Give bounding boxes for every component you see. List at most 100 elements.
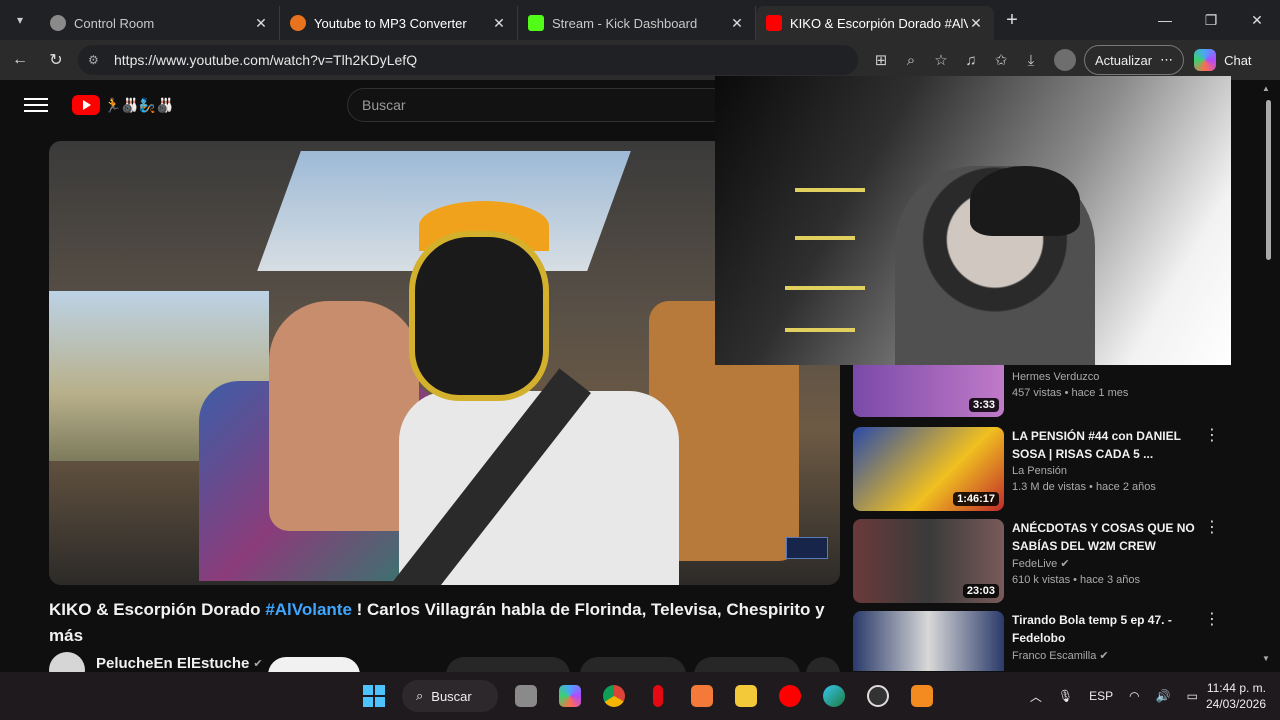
- tab-youtube-to-mp3[interactable]: Youtube to MP3 Converter ✕: [280, 6, 518, 40]
- address-field[interactable]: ⚙ https://www.youtube.com/watch?v=Tlh2KD…: [78, 45, 858, 75]
- close-icon[interactable]: ✕: [968, 15, 984, 32]
- site-info-icon[interactable]: ⚙: [88, 53, 104, 67]
- favorite-star-icon[interactable]: ☆: [926, 51, 956, 69]
- video-title[interactable]: LA PENSIÓN #44 con DANIEL SOSA | RISAS C…: [1012, 427, 1202, 463]
- system-tray: ︿ 🎙 ESP ◠ 🔊 ▭ 11:44 p. m. 24/03/2026: [1022, 672, 1280, 720]
- video-info: ANÉCDOTAS Y COSAS QUE NO SABÍAS DEL W2M …: [1012, 519, 1202, 603]
- url-text: https://www.youtube.com/watch?v=Tlh2KDyL…: [114, 52, 418, 68]
- battery-icon[interactable]: ▭: [1187, 689, 1198, 703]
- chevron-up-icon[interactable]: ︿: [1030, 688, 1042, 705]
- menu-icon[interactable]: [24, 98, 48, 112]
- more-vert-icon[interactable]: ⋮: [1204, 428, 1220, 444]
- copilot-taskbar-icon[interactable]: [548, 676, 592, 716]
- browser-tab-bar: ▾ Control Room ✕ Youtube to MP3 Converte…: [0, 0, 1280, 40]
- channel-watermark[interactable]: [786, 537, 828, 559]
- video-channel[interactable]: Hermes Verduzco: [1012, 371, 1202, 383]
- back-button[interactable]: ←: [2, 42, 38, 78]
- recommendation-item[interactable]: 23:03 ANÉCDOTAS Y COSAS QUE NO SABÍAS DE…: [853, 519, 1253, 603]
- tab-kiko-video[interactable]: KIKO & Escorpión Dorado #AlVola ✕: [756, 6, 994, 40]
- netflix-icon[interactable]: [636, 676, 680, 716]
- app-icon-orange[interactable]: [680, 676, 724, 716]
- extension-icon[interactable]: ♫: [956, 52, 986, 69]
- video-title[interactable]: ANÉCDOTAS Y COSAS QUE NO SABÍAS DEL W2M …: [1012, 519, 1202, 555]
- restore-button[interactable]: ❐: [1188, 0, 1234, 40]
- tab-kick-dashboard[interactable]: Stream - Kick Dashboard ✕: [518, 6, 756, 40]
- download-icon[interactable]: ⤓: [1016, 52, 1046, 69]
- obs-icon[interactable]: [856, 676, 900, 716]
- scroll-up-arrow[interactable]: ▲: [1262, 84, 1270, 93]
- recommendation-item[interactable]: 1:46:17 LA PENSIÓN #44 con DANIEL SOSA |…: [853, 427, 1253, 511]
- shelf-image: [795, 236, 855, 240]
- language-indicator[interactable]: ESP: [1089, 689, 1113, 703]
- video-thumbnail[interactable]: 3:33: [853, 365, 1004, 417]
- reload-button[interactable]: ↻: [38, 42, 74, 78]
- video-meta: 610 k vistas • hace 3 años: [1012, 574, 1140, 586]
- page-scrollbar-thumb[interactable]: [1266, 100, 1271, 260]
- fl-studio-icon[interactable]: [900, 676, 944, 716]
- verified-icon: ✔: [1060, 558, 1070, 570]
- video-channel[interactable]: Franco Escamilla ✔: [1012, 649, 1202, 662]
- search-placeholder: Buscar: [362, 97, 406, 113]
- video-hashtag-link[interactable]: #AlVolante: [265, 600, 352, 619]
- video-channel[interactable]: La Pensión: [1012, 465, 1202, 477]
- more-vert-icon[interactable]: ⋮: [1204, 612, 1220, 628]
- file-explorer-icon[interactable]: [724, 676, 768, 716]
- minimize-button[interactable]: —: [1142, 0, 1188, 40]
- recommendation-item[interactable]: Tirando Bola temp 5 ep 47. - Fedelobo Fr…: [853, 611, 1253, 671]
- search-input[interactable]: Buscar: [347, 88, 727, 122]
- youtube-logo-icon[interactable]: [72, 95, 100, 115]
- tab-actions-menu-button[interactable]: ▾: [0, 0, 40, 40]
- youtube-music-icon[interactable]: [768, 676, 812, 716]
- taskbar-search[interactable]: ⌕ Buscar: [402, 680, 498, 712]
- tab-title: Control Room: [74, 15, 155, 31]
- doodle-icon[interactable]: 🏃🎳🧞🎳: [104, 97, 174, 114]
- video-title-main: KIKO & Escorpión Dorado: [49, 600, 261, 619]
- start-button[interactable]: [352, 676, 396, 716]
- close-icon[interactable]: ✕: [491, 15, 507, 32]
- clock[interactable]: 11:44 p. m. 24/03/2026: [1206, 680, 1266, 712]
- verified-icon: ✔: [1099, 650, 1109, 662]
- video-thumbnail[interactable]: [853, 611, 1004, 671]
- new-tab-button[interactable]: +: [994, 9, 1030, 32]
- tab-title: KIKO & Escorpión Dorado #AlVola: [790, 15, 968, 31]
- video-meta: 457 vistas • hace 1 mes: [1012, 387, 1129, 399]
- video-thumbnail[interactable]: 1:46:17: [853, 427, 1004, 511]
- channel-name[interactable]: PelucheEn ElEstuche: [96, 655, 249, 672]
- video-info: Hermes Verduzco 457 vistas • hace 1 mes: [1012, 365, 1202, 417]
- windows-taskbar: ⌕ Buscar ︿ 🎙 ESP ◠ 🔊 ▭ 11:44 p. m. 24/03…: [0, 672, 1280, 720]
- video-title: KIKO & Escorpión Dorado #AlVolante ! Car…: [49, 597, 829, 649]
- close-window-button[interactable]: ✕: [1234, 0, 1280, 40]
- close-icon[interactable]: ✕: [729, 15, 745, 32]
- apps-icon[interactable]: ⊞: [866, 51, 896, 69]
- copilot-chat-button[interactable]: Chat: [1194, 49, 1252, 71]
- video-channel[interactable]: FedeLive ✔: [1012, 557, 1202, 570]
- taskbar-search-label: Buscar: [431, 688, 472, 704]
- chrome-icon[interactable]: [592, 676, 636, 716]
- more-vert-icon[interactable]: ⋮: [1204, 520, 1220, 536]
- video-thumbnail[interactable]: 23:03: [853, 519, 1004, 603]
- wifi-icon[interactable]: ◠: [1129, 689, 1139, 703]
- zoom-icon[interactable]: ⌕: [896, 52, 926, 69]
- microphone-icon[interactable]: 🎙: [1058, 689, 1073, 703]
- volume-icon[interactable]: 🔊: [1156, 689, 1171, 703]
- recommendation-item[interactable]: 3:33 Hermes Verduzco 457 vistas • hace 1…: [853, 365, 1253, 417]
- streamer-hair-image: [970, 166, 1080, 236]
- wrestler-mask-image: [409, 231, 549, 401]
- video-duration: 1:46:17: [953, 492, 999, 506]
- shelf-image: [795, 188, 865, 192]
- tab-control-room[interactable]: Control Room ✕: [40, 6, 280, 40]
- video-title[interactable]: Tirando Bola temp 5 ep 47. - Fedelobo: [1012, 611, 1202, 647]
- channel-row: PelucheEn ElEstuche ✔: [49, 652, 263, 688]
- recommendations-list: 3:33 Hermes Verduzco 457 vistas • hace 1…: [853, 365, 1253, 679]
- scroll-down-arrow[interactable]: ▼: [1262, 654, 1270, 663]
- task-view-icon[interactable]: [504, 676, 548, 716]
- edge-icon[interactable]: [812, 676, 856, 716]
- video-duration: 3:33: [968, 398, 999, 412]
- close-icon[interactable]: ✕: [253, 15, 269, 32]
- video-info: LA PENSIÓN #44 con DANIEL SOSA | RISAS C…: [1012, 427, 1202, 511]
- profile-avatar[interactable]: [1054, 49, 1076, 71]
- window-controls: — ❐ ✕: [1142, 0, 1280, 40]
- clock-date: 24/03/2026: [1205, 697, 1266, 711]
- update-button[interactable]: Actualizar ⋯: [1084, 45, 1185, 75]
- favorites-icon[interactable]: ✩: [986, 51, 1016, 69]
